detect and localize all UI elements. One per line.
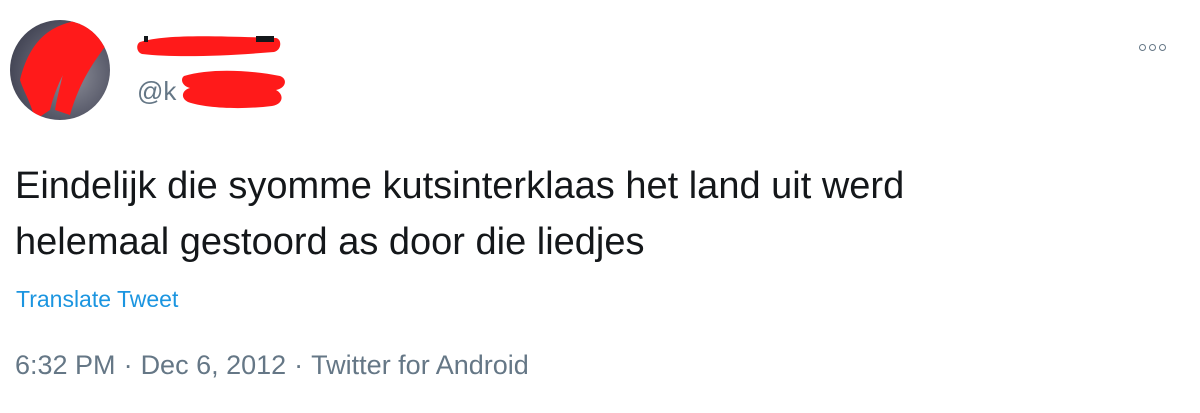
avatar[interactable]: [10, 20, 110, 120]
more-dot-icon: [1158, 43, 1166, 51]
translate-tweet-link[interactable]: Translate Tweet: [16, 286, 178, 313]
tweet-source[interactable]: Twitter for Android: [311, 350, 529, 380]
display-name[interactable]: [137, 32, 277, 58]
more-dot-icon: [1138, 43, 1146, 51]
user-handle[interactable]: @k: [137, 76, 176, 107]
redaction-scribble: [20, 20, 110, 120]
tweet-time[interactable]: 6:32 PM: [15, 350, 116, 380]
handle-redaction: [182, 70, 285, 109]
meta-separator: ·: [294, 350, 304, 380]
tweet-card: @k Eindelijk die syomme kutsinterklaas h…: [0, 0, 1200, 413]
more-options-button[interactable]: [1132, 36, 1172, 58]
tweet-metadata: 6:32 PM · Dec 6, 2012 · Twitter for Android: [15, 350, 529, 381]
tweet-text-line: helemaal gestoord as door die liedjes: [15, 221, 645, 263]
more-dot-icon: [1148, 43, 1156, 51]
tweet-date[interactable]: Dec 6, 2012: [141, 350, 287, 380]
tweet-text: Eindelijk die syomme kutsinterklaas het …: [15, 158, 1175, 270]
meta-separator: ·: [123, 350, 133, 380]
tweet-text-line: Eindelijk die syomme kutsinterklaas het …: [15, 165, 905, 207]
